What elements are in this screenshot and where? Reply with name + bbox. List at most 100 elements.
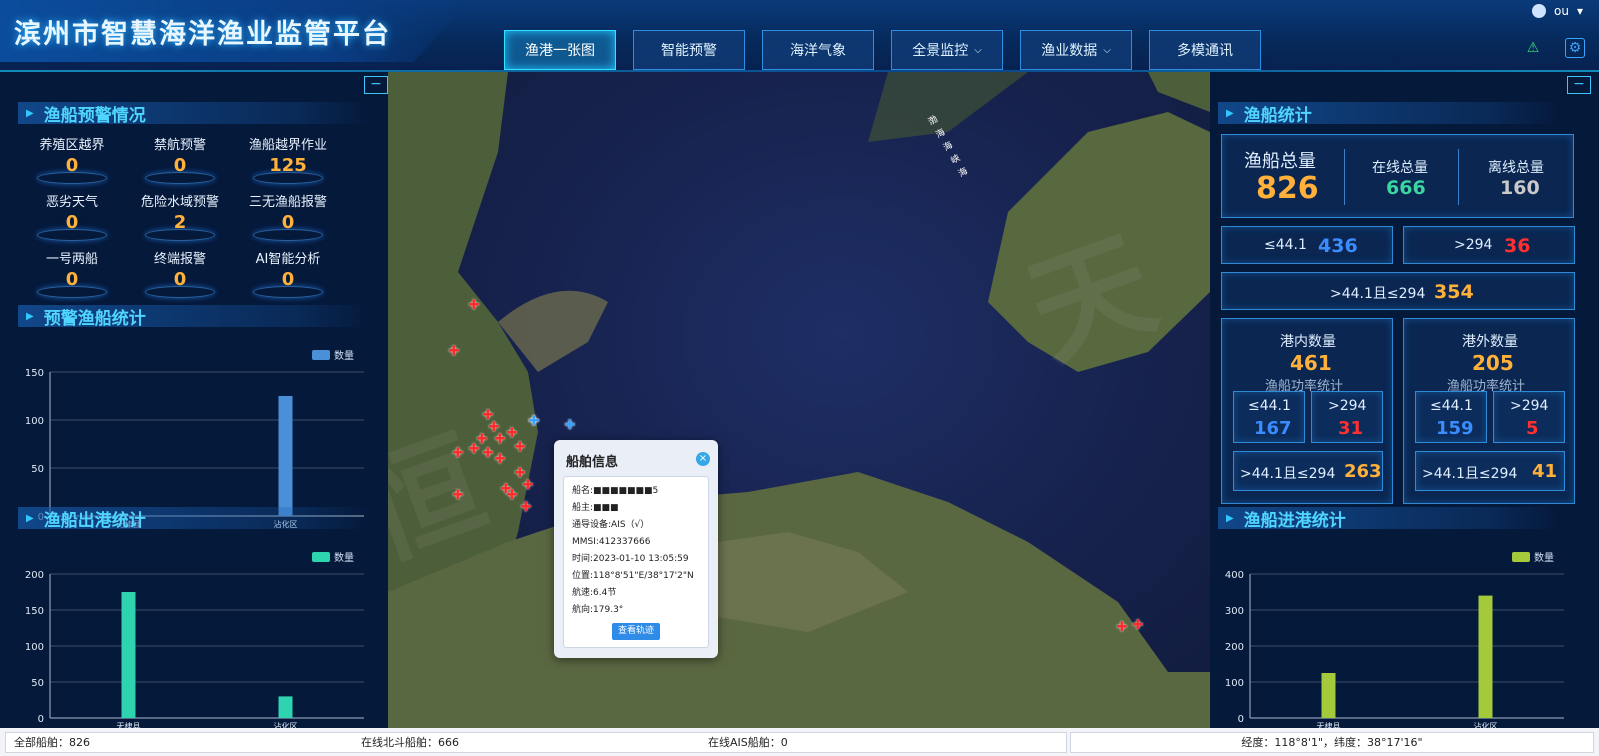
- ship-marker-red[interactable]: ✚: [1116, 621, 1128, 634]
- alarm-boundary-fishing[interactable]: 渔船越界作业 125: [238, 134, 338, 184]
- ship-marker-red[interactable]: ✚: [452, 489, 464, 502]
- alarm-one-number-two-ships[interactable]: 一号两船 0: [22, 248, 122, 298]
- ship-marker-red[interactable]: ✚: [468, 299, 480, 312]
- alarm-unregistered-ship[interactable]: 三无渔船报警 0: [238, 191, 338, 241]
- ship-marker-red[interactable]: ✚: [520, 501, 532, 514]
- in-port-low-box: ≤44.1 167: [1233, 391, 1305, 443]
- satellite-map[interactable]: 恒 天 渤 海 海 峡 海 ✚ ✚ ✚ ✚ ✚ ✚ ✚ ✚ ✚ ✚ ✚ ✚ ✚ …: [388, 72, 1210, 728]
- alarm-value: 0: [173, 155, 187, 176]
- alarm-danger-waters[interactable]: 危险水域预警 2: [130, 191, 230, 241]
- ship-marker-red[interactable]: ✚: [468, 443, 480, 456]
- status-ais-ships: 在线AIS船舶：0: [708, 736, 788, 749]
- ship-marker-blue[interactable]: ✚: [528, 415, 540, 428]
- in-port-low-value: 167: [1254, 418, 1292, 439]
- out-port-box: 港外数量 205 渔船功率统计 ≤44.1 159 >294 5 >44.1且≤…: [1403, 318, 1575, 504]
- section-title: 渔船进港统计: [1243, 510, 1346, 531]
- legend-swatch: [1512, 552, 1530, 562]
- offline-value: 160: [1500, 177, 1540, 199]
- power-high-label: >294: [1454, 237, 1493, 253]
- total-label: 渔船总量: [1244, 151, 1316, 172]
- out-port-high-value: 5: [1526, 418, 1539, 439]
- alarm-no-navigation[interactable]: 禁航预警 0: [130, 134, 230, 184]
- user-menu[interactable]: ou ▾: [1532, 4, 1583, 18]
- section-arrow-icon: ▶: [1226, 512, 1234, 524]
- in-port-box: 港内数量 461 渔船功率统计 ≤44.1 167 >294 31 >44.1且…: [1221, 318, 1393, 504]
- power-high-box: >294 36: [1403, 226, 1575, 264]
- ship-marker-red[interactable]: ✚: [1132, 619, 1144, 632]
- section-header-warnings: ▶ 渔船预警情况: [18, 102, 368, 126]
- out-port-high-label: >294: [1510, 398, 1549, 414]
- nav-smart-warning[interactable]: 智能预警: [633, 30, 745, 70]
- y-tick-label: 150: [25, 606, 44, 617]
- ship-marker-red[interactable]: ✚: [506, 427, 518, 440]
- collapse-right-button[interactable]: −: [1567, 76, 1591, 94]
- ship-marker-red[interactable]: ✚: [522, 479, 534, 492]
- bar: [121, 592, 136, 718]
- right-panel: − ▶ 渔船统计 渔船总量 826 在线总量 666 离线总量 160 ≤44.…: [1210, 72, 1599, 731]
- view-track-button[interactable]: 查看轨迹: [612, 623, 660, 640]
- nav-harbor-map[interactable]: 渔港一张图: [504, 30, 616, 70]
- in-port-high-value: 31: [1338, 418, 1364, 439]
- y-tick-label: 100: [1225, 678, 1244, 689]
- alarm-light-icon[interactable]: ⚠: [1523, 38, 1543, 58]
- alarm-label: 禁航预警: [153, 138, 206, 153]
- ship-marker-red[interactable]: ✚: [448, 345, 460, 358]
- main-nav: 渔港一张图 智能预警 海洋气象 全景监控 ⌵ 渔业数据 ⌵ 多模通讯: [504, 30, 1261, 70]
- warning-ship-chart: 数量050100150无棣县沾化区: [14, 338, 374, 532]
- alarm-value: 0: [65, 155, 79, 176]
- nav-fishery-data[interactable]: 渔业数据 ⌵: [1020, 30, 1132, 70]
- power-mid-value: 354: [1434, 281, 1474, 303]
- out-port-low-box: ≤44.1 159: [1415, 391, 1487, 443]
- ship-owner-row: 船主:■■■: [572, 503, 619, 513]
- nav-label: 全景监控: [912, 43, 969, 59]
- alarm-bad-weather[interactable]: 恶劣天气 0: [22, 191, 122, 241]
- power-low-label: ≤44.1: [1264, 237, 1307, 253]
- in-port-mid-box: >44.1且≤294 263: [1233, 451, 1383, 491]
- nav-label: 多模通讯: [1177, 43, 1233, 59]
- ship-marker-blue[interactable]: ✚: [564, 419, 576, 432]
- section-arrow-icon: ▶: [1226, 107, 1234, 119]
- section-arrow-icon: ▶: [26, 107, 34, 119]
- ship-marker-red[interactable]: ✚: [452, 447, 464, 460]
- nav-marine-weather[interactable]: 海洋气象: [762, 30, 874, 70]
- alarm-terminal[interactable]: 终端报警 0: [130, 248, 230, 298]
- nav-label: 海洋气象: [790, 43, 846, 59]
- in-port-low-label: ≤44.1: [1248, 398, 1291, 414]
- ship-marker-red[interactable]: ✚: [506, 489, 518, 502]
- legend-swatch: [312, 552, 330, 562]
- section-title: 渔船出港统计: [43, 510, 146, 531]
- ship-name-row: 船名:■■■■■■■5: [572, 486, 659, 496]
- alarm-label: AI智能分析: [255, 252, 321, 267]
- ship-marker-red[interactable]: ✚: [482, 447, 494, 460]
- close-icon[interactable]: ×: [696, 452, 710, 466]
- bar: [1478, 595, 1493, 718]
- out-port-mid-value: 41: [1532, 461, 1558, 482]
- power-high-value: 36: [1504, 235, 1531, 257]
- ship-marker-red[interactable]: ✚: [494, 453, 506, 466]
- in-port-label: 港内数量: [1280, 334, 1336, 350]
- y-tick-label: 100: [25, 642, 44, 653]
- ship-marker-red[interactable]: ✚: [514, 441, 526, 454]
- ship-marker-red[interactable]: ✚: [494, 433, 506, 446]
- settings-screen-icon[interactable]: ⚙: [1565, 38, 1585, 58]
- map-terrain: [388, 72, 1210, 728]
- section-header-arrival: ▶ 渔船进港统计: [1218, 507, 1558, 531]
- alarm-farm-boundary[interactable]: 养殖区越界 0: [22, 134, 122, 184]
- y-tick-label: 150: [25, 368, 44, 379]
- out-port-low-value: 159: [1436, 418, 1474, 439]
- online-value: 666: [1386, 177, 1426, 199]
- status-counts: 全部船舶：826 在线北斗船舶：666 在线AIS船舶：0: [5, 732, 1067, 753]
- nav-multimode-comm[interactable]: 多模通讯: [1149, 30, 1261, 70]
- nav-label: 智能预警: [661, 43, 717, 59]
- out-port-label: 港外数量: [1462, 334, 1518, 350]
- alarm-label: 恶劣天气: [45, 195, 98, 210]
- left-panel: − ▶ 渔船预警情况 养殖区越界 0 禁航预警 0 渔船越界作业 125 恶劣天…: [0, 72, 388, 731]
- position-row: 位置:118°8'51"E/38°17'2"N: [572, 571, 694, 581]
- power-low-box: ≤44.1 436: [1221, 226, 1393, 264]
- arrival-chart: 数量 0 100 200 300 400 无棣县 沾化区: [1214, 540, 1574, 734]
- divider: [1458, 149, 1459, 205]
- total-value: 826: [1256, 171, 1319, 206]
- alarm-ai-analysis[interactable]: AI智能分析 0: [238, 248, 338, 298]
- collapse-left-button[interactable]: −: [364, 76, 388, 94]
- nav-panoramic-monitor[interactable]: 全景监控 ⌵: [891, 30, 1003, 70]
